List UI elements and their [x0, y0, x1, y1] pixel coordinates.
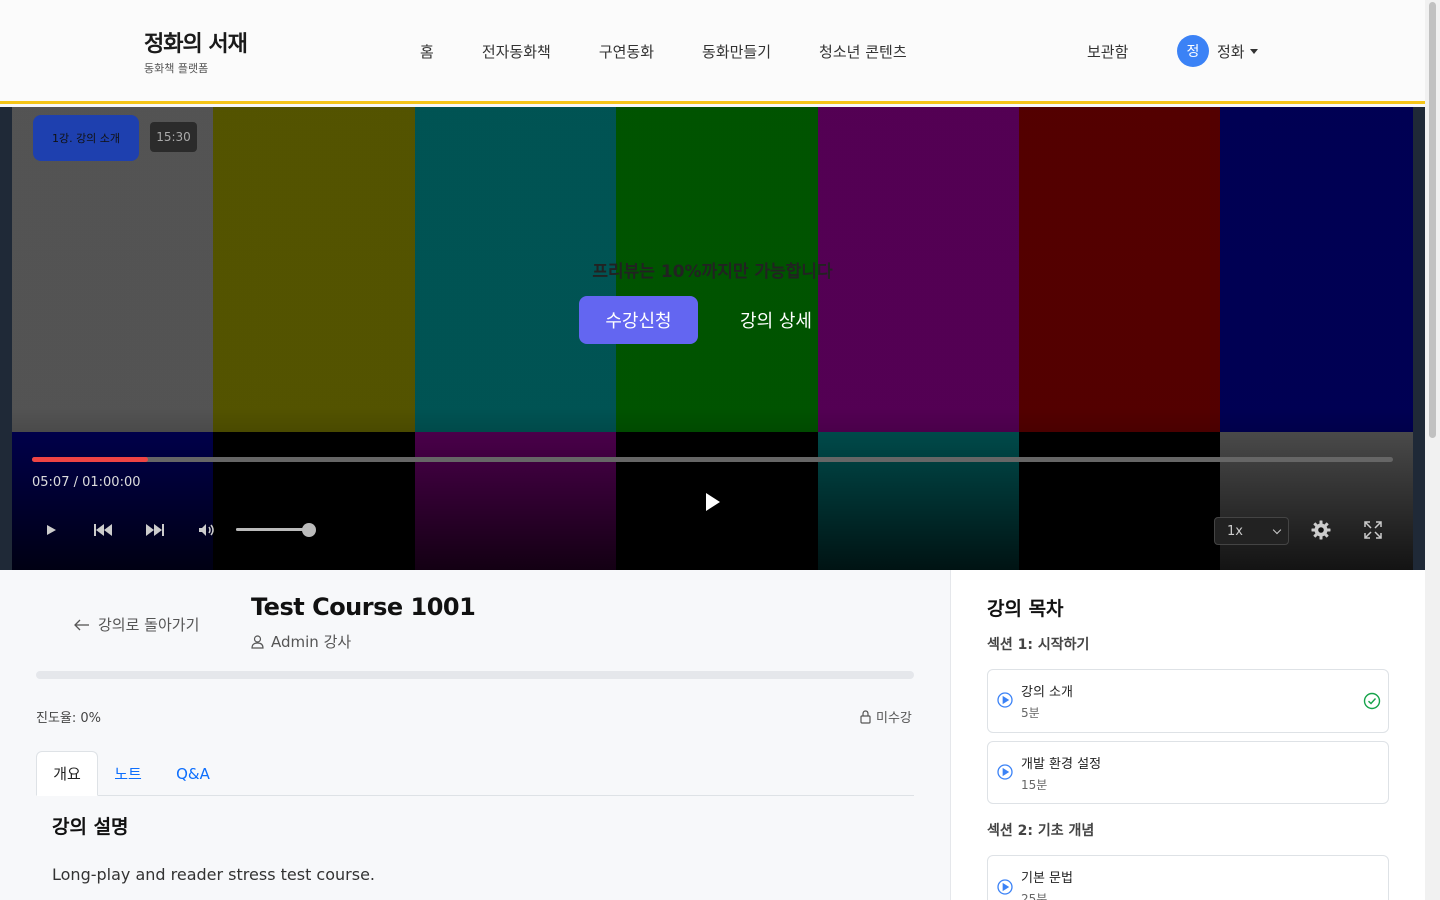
back-link-label: 강의로 돌아가기 [98, 616, 200, 634]
user-icon [251, 634, 264, 649]
settings-button[interactable] [1308, 517, 1334, 543]
brand-subtitle: 동화책 플랫폼 [144, 62, 209, 75]
toc-section-title: 섹션 2: 기초 개념 [987, 823, 1095, 839]
toc-title: 강의 목차 [987, 598, 1064, 620]
toc-lesson[interactable]: 개발 환경 설정 15분 [987, 741, 1389, 804]
instructor-name: Admin 강사 [271, 633, 352, 651]
lock-status: 미수강 [860, 707, 912, 726]
course-progress-bar [36, 671, 914, 679]
play-icon [47, 525, 56, 535]
course-description: Long-play and reader stress test course. [52, 865, 375, 884]
duration-chip: 15:30 [150, 122, 197, 152]
enroll-button[interactable]: 수강신청 [579, 296, 698, 344]
site-header: 정화의 서재 동화책 플랫폼 홈 전자동화책 구연동화 동화만들기 청소년 콘텐… [0, 0, 1425, 104]
play-circle-icon [997, 879, 1013, 895]
brand-title: 정화의 서재 [144, 32, 248, 57]
volume-handle[interactable] [302, 523, 316, 537]
brand[interactable]: 정화의 서재 동화책 플랫폼 [144, 26, 248, 76]
nav-storytelling[interactable]: 구연동화 [599, 41, 654, 62]
description-heading: 강의 설명 [52, 816, 129, 838]
speed-select[interactable]: 1x [1214, 517, 1289, 545]
big-play-button[interactable] [672, 462, 752, 542]
lesson-name: 강의 소개 [1021, 685, 1073, 700]
scrollbar-thumb[interactable] [1429, 2, 1436, 438]
preview-message: 프리뷰는 10%까지만 가능합니다 [592, 262, 833, 282]
toc-lesson[interactable]: 강의 소개 5분 [987, 669, 1389, 733]
course-title: Test Course 1001 [251, 593, 476, 621]
tab-notes[interactable]: 노트 [102, 751, 154, 796]
video-progress-fill [32, 457, 148, 462]
nav-home[interactable]: 홈 [420, 41, 434, 62]
previous-button[interactable] [90, 517, 116, 543]
volume-button[interactable] [194, 517, 220, 543]
next-button[interactable] [142, 517, 168, 543]
lesson-name: 기본 문법 [1021, 871, 1073, 886]
instructor: Admin 강사 [251, 631, 351, 652]
lesson-chip[interactable]: 1강. 강의 소개 [33, 115, 139, 161]
volume-slider[interactable] [236, 528, 308, 531]
play-circle-icon [997, 692, 1013, 708]
lock-status-label: 미수강 [876, 711, 912, 726]
volume-icon [199, 524, 214, 536]
toc-section-title: 섹션 1: 시작하기 [987, 637, 1090, 653]
course-tabs: 개요 노트 Q&A [36, 751, 914, 796]
chevron-down-icon [1272, 525, 1282, 535]
main-nav: 홈 전자동화책 구연동화 동화만들기 청소년 콘텐츠 [420, 41, 955, 62]
skip-back-icon [94, 524, 112, 536]
course-detail-button[interactable]: 강의 상세 [724, 296, 828, 344]
play-circle-icon [997, 764, 1013, 780]
tab-overview[interactable]: 개요 [36, 751, 98, 796]
back-to-course-link[interactable]: 강의로 돌아가기 [74, 614, 199, 635]
nav-youth-content[interactable]: 청소년 콘텐츠 [819, 41, 907, 62]
nav-ebooks[interactable]: 전자동화책 [482, 41, 551, 62]
user-name: 정화 [1217, 42, 1245, 61]
volume-fill [236, 528, 308, 531]
fullscreen-button[interactable] [1360, 517, 1386, 543]
lesson-duration: 15분 [1021, 778, 1048, 792]
tab-qna[interactable]: Q&A [166, 751, 220, 796]
page-scrollbar[interactable] [1425, 0, 1440, 900]
fullscreen-icon [1364, 521, 1382, 539]
speed-value: 1x [1227, 523, 1243, 539]
toc-lesson[interactable]: 기본 문법 25분 [987, 855, 1389, 900]
course-toc: 강의 목차 섹션 1: 시작하기 강의 소개 5분 개발 환경 설정 15분 섹… [950, 570, 1425, 900]
check-circle-icon [1363, 692, 1381, 710]
user-menu[interactable]: 정 정화 [1177, 35, 1258, 67]
lock-icon [860, 709, 871, 724]
lesson-duration: 25분 [1021, 892, 1048, 900]
lesson-duration: 5분 [1021, 706, 1040, 720]
play-button[interactable] [38, 517, 64, 543]
lesson-name: 개발 환경 설정 [1021, 757, 1102, 772]
gear-icon [1311, 520, 1331, 540]
avatar: 정 [1177, 35, 1209, 67]
arrow-left-icon [74, 619, 89, 630]
time-readout: 05:07 / 01:00:00 [32, 475, 141, 490]
nav-library[interactable]: 보관함 [1087, 41, 1128, 62]
video-player[interactable]: 1강. 강의 소개 15:30 프리뷰는 10%까지만 가능합니다 수강신청 강… [0, 107, 1425, 570]
skip-forward-icon [146, 524, 164, 536]
nav-create-story[interactable]: 동화만들기 [702, 41, 771, 62]
progress-label: 진도율: 0% [36, 711, 102, 726]
course-main: 강의로 돌아가기 Test Course 1001 Admin 강사 진도율: … [0, 570, 950, 900]
caret-down-icon [1249, 48, 1258, 54]
play-icon [706, 493, 720, 511]
